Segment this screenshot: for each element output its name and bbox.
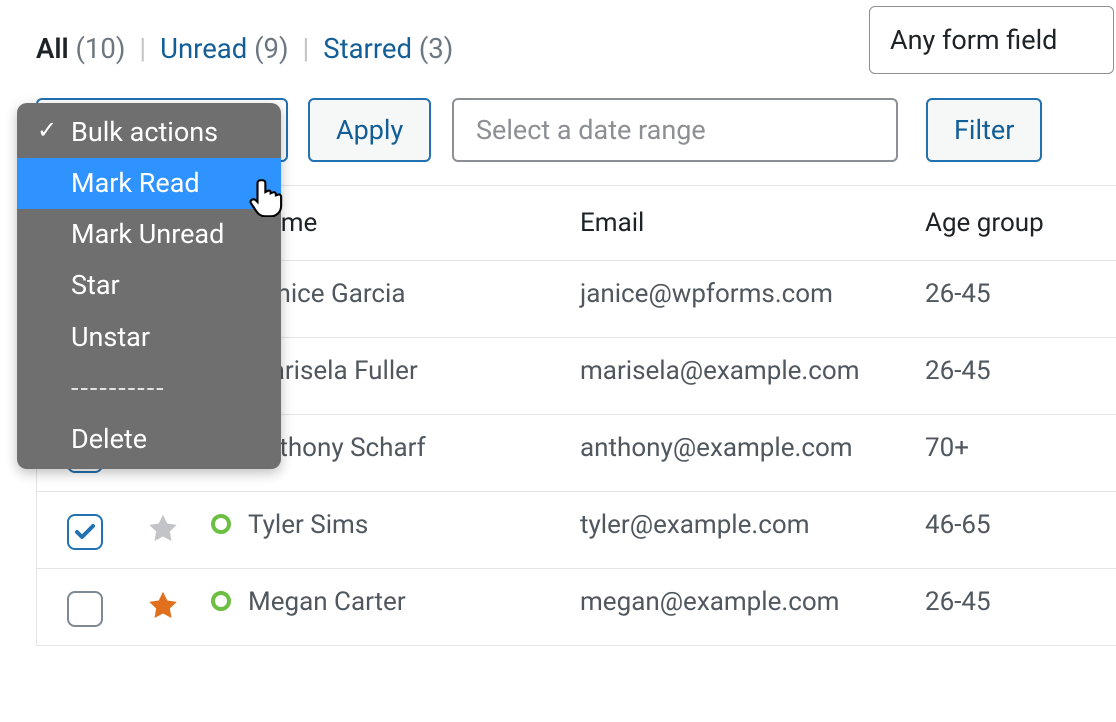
date-range-placeholder: Select a date range	[476, 114, 706, 146]
filter-unread-count: (9)	[254, 32, 288, 65]
bulk-option-mark-unread[interactable]: Mark Unread	[17, 209, 281, 260]
bulk-option-unstar[interactable]: Unstar	[17, 312, 281, 363]
bulk-option-title[interactable]: Bulk actions	[17, 107, 281, 158]
cell-name[interactable]: Megan Carter	[248, 587, 580, 617]
bulk-option-mark-read[interactable]: Mark Read	[17, 158, 281, 209]
filter-starred-label: Starred	[323, 32, 412, 65]
date-range-input[interactable]: Select a date range	[452, 98, 898, 162]
bulk-option-delete[interactable]: Delete	[17, 414, 281, 465]
filter-button[interactable]: Filter	[926, 98, 1042, 162]
col-header-age[interactable]: Age group	[925, 208, 1116, 238]
bulk-actions-dropdown[interactable]: Bulk actions Mark ReadMark UnreadStarUns…	[17, 103, 281, 469]
filter-starred[interactable]: Starred (3)	[323, 32, 453, 65]
filter-all[interactable]: All (10)	[36, 32, 125, 65]
bulk-option-star[interactable]: Star	[17, 260, 281, 311]
apply-label: Apply	[336, 114, 403, 146]
star-icon[interactable]	[148, 514, 178, 544]
cell-age: 26-45	[925, 587, 1116, 617]
table-row: Tyler Simstyler@example.com46-65	[37, 492, 1116, 569]
bulk-title-label: Bulk actions	[71, 116, 218, 148]
bulk-option-: ----------	[17, 363, 281, 414]
filter-unread-label: Unread	[160, 32, 247, 65]
unread-indicator-icon	[211, 514, 231, 534]
filter-all-count: (10)	[76, 32, 126, 65]
unread-indicator-icon	[211, 591, 231, 611]
apply-button[interactable]: Apply	[308, 98, 431, 162]
table-row: Megan Cartermegan@example.com26-45	[37, 569, 1116, 646]
separator: |	[303, 32, 310, 65]
col-header-email[interactable]: Email	[580, 208, 925, 238]
cell-age: 46-65	[925, 510, 1116, 540]
form-field-select[interactable]: Any form field	[869, 6, 1114, 74]
cell-age: 26-45	[925, 279, 1116, 309]
cell-name[interactable]: Anthony Scharf	[248, 433, 580, 463]
filter-label: Filter	[954, 114, 1014, 146]
cell-email[interactable]: anthony@example.com	[580, 433, 925, 463]
cell-email[interactable]: megan@example.com	[580, 587, 925, 617]
pointer-cursor-icon	[247, 175, 289, 217]
row-checkbox[interactable]	[67, 514, 103, 550]
cell-age: 70+	[925, 433, 1116, 463]
cell-name[interactable]: Janice Garcia	[248, 279, 580, 309]
filter-starred-count: (3)	[419, 32, 453, 65]
form-field-value: Any form field	[890, 24, 1057, 56]
cell-name[interactable]: Marisela Fuller	[248, 356, 580, 386]
cell-name[interactable]: Tyler Sims	[248, 510, 580, 540]
filter-unread[interactable]: Unread (9)	[160, 32, 288, 65]
cell-email[interactable]: tyler@example.com	[580, 510, 925, 540]
col-header-name[interactable]: Name	[248, 208, 580, 238]
star-icon[interactable]	[148, 591, 178, 621]
separator: |	[139, 32, 146, 65]
row-checkbox[interactable]	[67, 591, 103, 627]
cell-email[interactable]: janice@wpforms.com	[580, 279, 925, 309]
cell-age: 26-45	[925, 356, 1116, 386]
filter-all-label: All	[36, 32, 69, 65]
entry-filter-bar: All (10) | Unread (9) | Starred (3)	[36, 32, 453, 65]
cell-email[interactable]: marisela@example.com	[580, 356, 925, 386]
